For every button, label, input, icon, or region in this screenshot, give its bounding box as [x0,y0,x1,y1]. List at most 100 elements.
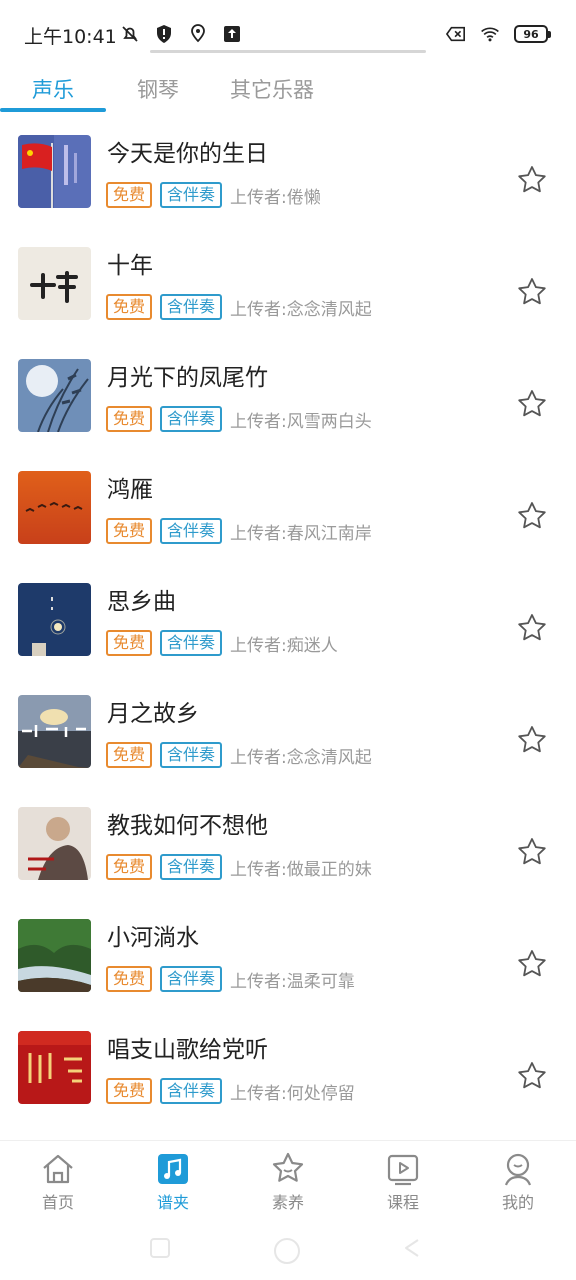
uploader-label: 上传者:何处停留 [230,1083,355,1104]
accompaniment-badge: 含伴奏 [160,1078,223,1104]
favorite-star-icon[interactable] [516,276,548,308]
favorite-star-icon[interactable] [516,836,548,868]
status-time: 上午10:41 [24,26,117,48]
song-title: 唱支山歌给党听 [107,1037,268,1063]
list-item[interactable]: 月之故乡 免费 含伴奏 上传者:念念清风起 [0,672,576,784]
song-cover-image [18,247,91,320]
favorite-star-icon[interactable] [516,724,548,756]
nav-home-label: 首页 [41,1193,74,1212]
uploader-label: 上传者:倦懒 [230,187,321,208]
song-cover-image [18,471,91,544]
nav-literacy-label: 素养 [271,1193,304,1212]
nav-literacy[interactable]: 素养 [248,1151,328,1213]
song-cover-image [18,135,91,208]
song-tags: 免费 含伴奏 上传者:倦懒 [106,182,321,208]
recent-apps-icon[interactable] [148,1236,172,1260]
song-tags: 免费 含伴奏 上传者:念念清风起 [106,742,372,768]
list-item[interactable]: 鸿雁 免费 含伴奏 上传者:春风江南岸 [0,448,576,560]
system-navigation-bar [0,1222,576,1280]
song-tags: 免费 含伴奏 上传者:做最正的妹 [106,854,372,880]
favorite-star-icon[interactable] [516,948,548,980]
song-title: 月之故乡 [107,701,199,727]
uploader-label: 上传者:念念清风起 [230,747,372,768]
song-tags: 免费 含伴奏 上传者:痴迷人 [106,630,338,656]
free-badge: 免费 [106,294,153,320]
uploader-label: 上传者:温柔可靠 [230,971,355,992]
uploader-label: 上传者:春风江南岸 [230,523,372,544]
list-item[interactable]: 思乡曲 免费 含伴奏 上传者:痴迷人 [0,560,576,672]
nav-courses[interactable]: 课程 [363,1151,443,1213]
accompaniment-badge: 含伴奏 [160,742,223,768]
home-button-icon[interactable] [272,1236,302,1266]
uploader-label: 上传者:念念清风起 [230,299,372,320]
favorite-star-icon[interactable] [516,1060,548,1092]
no-sim-icon [446,24,466,44]
uploader-label: 上传者:做最正的妹 [230,859,372,880]
free-badge: 免费 [106,182,153,208]
accompaniment-badge: 含伴奏 [160,406,223,432]
list-item[interactable]: 唱支山歌给党听 免费 含伴奏 上传者:何处停留 [0,1008,576,1120]
accompaniment-badge: 含伴奏 [160,630,223,656]
song-tags: 免费 含伴奏 上传者:念念清风起 [106,294,372,320]
free-badge: 免费 [106,854,153,880]
free-badge: 免费 [106,1078,153,1104]
free-badge: 免费 [106,518,153,544]
song-cover-image [18,919,91,992]
notification-handle [150,50,426,53]
list-item[interactable]: 月光下的凤尾竹 免费 含伴奏 上传者:风雪两白头 [0,336,576,448]
song-title: 月光下的凤尾竹 [107,365,268,391]
tab-vocal[interactable]: 声乐 [32,74,74,104]
list-item[interactable]: 十年 免费 含伴奏 上传者:念念清风起 [0,224,576,336]
status-bar: 上午10:41 96 [0,0,576,60]
nav-profile-label: 我的 [501,1193,534,1212]
song-title: 思乡曲 [107,589,176,615]
location-icon [188,24,208,44]
nav-profile[interactable]: 我的 [478,1151,558,1213]
song-title: 今天是你的生日 [107,141,268,167]
star-face-icon [272,1152,304,1182]
accompaniment-badge: 含伴奏 [160,966,223,992]
list-item[interactable]: 小河淌水 免费 含伴奏 上传者:温柔可靠 [0,896,576,1008]
status-icons-right: 96 [446,24,551,44]
uploader-label: 上传者:风雪两白头 [230,411,372,432]
battery-indicator: 96 [514,25,551,43]
shield-icon [154,24,174,44]
song-list: 今天是你的生日 免费 含伴奏 上传者:倦懒 十年 免费 含伴奏 上传者:念念清风… [0,112,576,1120]
free-badge: 免费 [106,406,153,432]
free-badge: 免费 [106,630,153,656]
song-title: 十年 [107,253,153,279]
song-cover-image [18,1031,91,1104]
song-tags: 免费 含伴奏 上传者:春风江南岸 [106,518,372,544]
favorite-star-icon[interactable] [516,500,548,532]
back-icon[interactable] [400,1236,424,1260]
list-item[interactable]: 教我如何不想他 免费 含伴奏 上传者:做最正的妹 [0,784,576,896]
song-title: 小河淌水 [107,925,199,951]
song-title: 鸿雁 [107,477,153,503]
mute-bell-icon [120,24,140,44]
tab-other-instruments[interactable]: 其它乐器 [230,74,314,104]
nav-courses-label: 课程 [386,1193,419,1212]
favorite-star-icon[interactable] [516,388,548,420]
song-cover-image [18,583,91,656]
favorite-star-icon[interactable] [516,164,548,196]
status-icons-left [120,24,242,44]
home-icon [43,1154,73,1184]
accompaniment-badge: 含伴奏 [160,294,223,320]
list-item[interactable]: 今天是你的生日 免费 含伴奏 上传者:倦懒 [0,112,576,224]
category-tabs: 声乐 钢琴 其它乐器 [0,66,576,112]
accompaniment-badge: 含伴奏 [160,182,223,208]
nav-home[interactable]: 首页 [18,1151,98,1213]
upload-icon [222,24,242,44]
song-tags: 免费 含伴奏 上传者:风雪两白头 [106,406,372,432]
song-cover-image [18,359,91,432]
nav-score-folder[interactable]: 谱夹 [133,1151,213,1213]
profile-icon [504,1153,532,1186]
favorite-star-icon[interactable] [516,612,548,644]
music-folder-icon [158,1154,188,1184]
free-badge: 免费 [106,742,153,768]
song-title: 教我如何不想他 [107,813,268,839]
tab-piano[interactable]: 钢琴 [137,74,179,104]
wifi-icon [480,24,500,44]
nav-score-folder-label: 谱夹 [156,1193,189,1212]
accompaniment-badge: 含伴奏 [160,854,223,880]
